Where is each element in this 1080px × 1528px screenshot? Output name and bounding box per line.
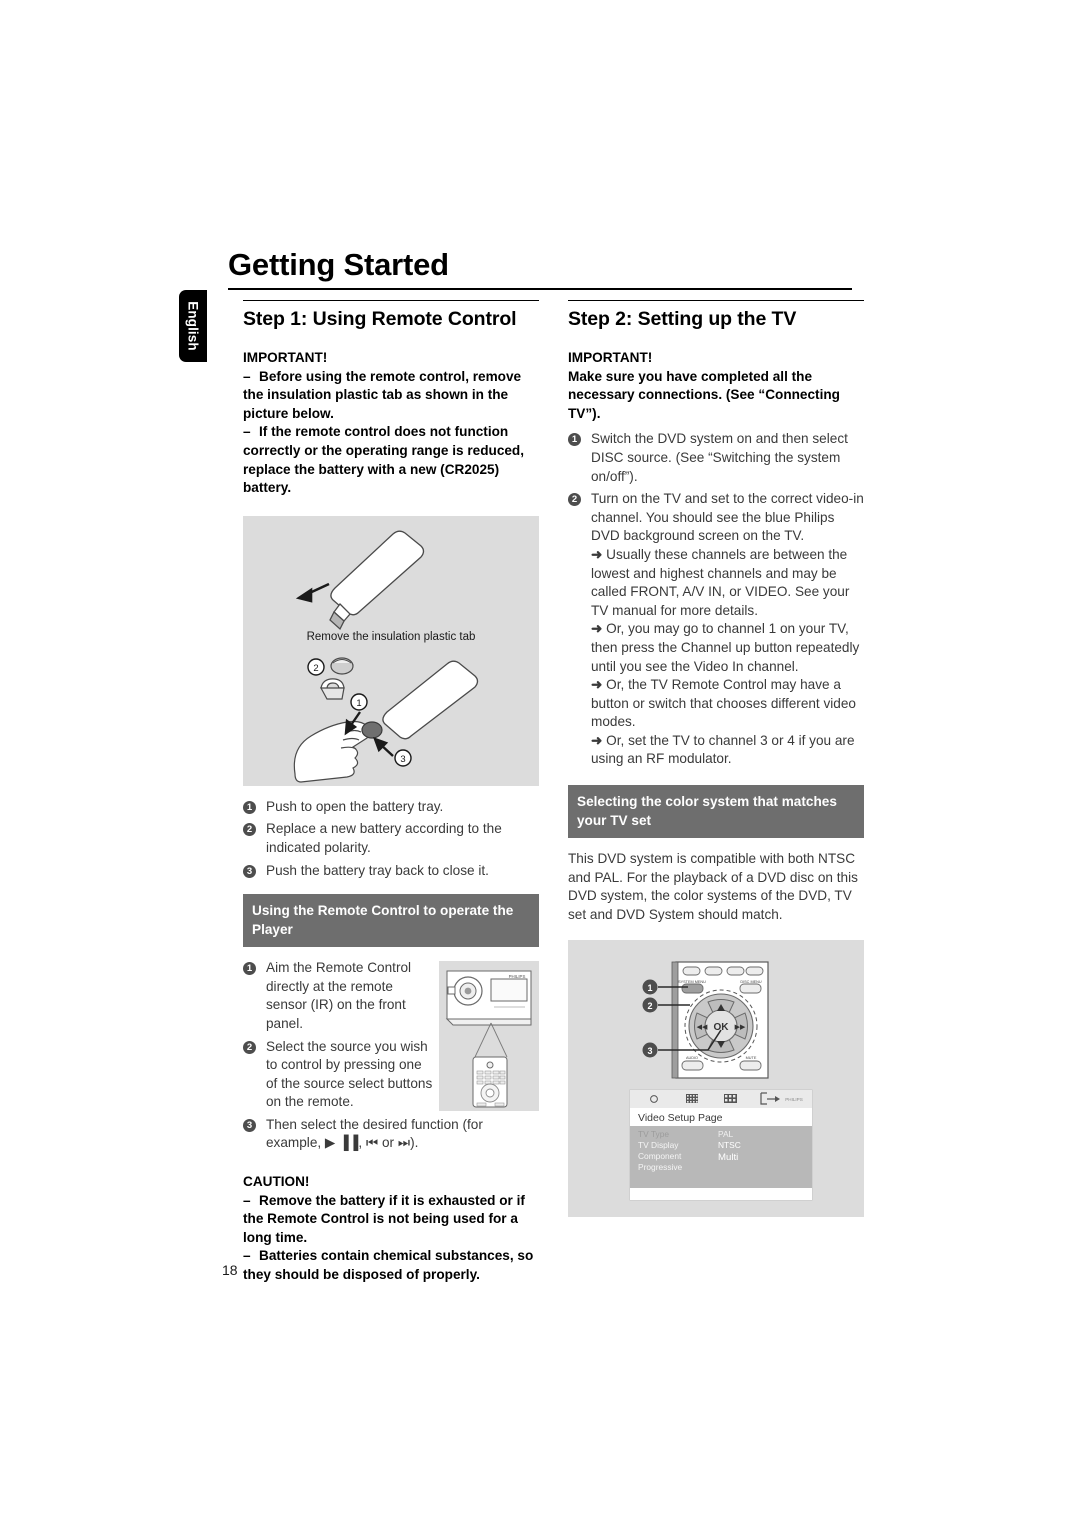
arrow-icon: ➜ bbox=[591, 621, 603, 637]
step-number-badge: 3 bbox=[243, 1118, 256, 1132]
arrow-note: ➜ Or, you may go to channel 1 on your TV… bbox=[591, 621, 860, 674]
front-panel-illustration: PHILIPS bbox=[439, 961, 539, 1112]
list-item: 2 Replace a new battery according to the… bbox=[243, 820, 539, 857]
svg-text:◀◀: ◀◀ bbox=[697, 1024, 708, 1031]
caution-item-1: – Remove the battery if it is exhausted o… bbox=[243, 1192, 525, 1245]
tv-setup-illustration: SYSTEM MENU DISC MENU OK ◀◀ ▶▶ AUDIO MUT… bbox=[568, 940, 864, 1218]
grid-icon-1 bbox=[686, 1094, 698, 1104]
philips-logo: PHILIPS bbox=[785, 1097, 803, 1102]
step-number-badge: 1 bbox=[243, 800, 256, 814]
dash-marker: – bbox=[243, 1192, 251, 1208]
important-item-1: – Before using the remote control, remove… bbox=[243, 368, 522, 421]
svg-text:3: 3 bbox=[647, 1046, 652, 1056]
important-label: IMPORTANT! bbox=[568, 350, 653, 365]
language-tab-label: English bbox=[185, 301, 201, 351]
list-item: 1 Aim the Remote Control directly at the… bbox=[243, 959, 435, 1033]
step2-heading: Step 2: Setting up the TV bbox=[568, 308, 797, 330]
step-number-badge: 3 bbox=[243, 864, 256, 878]
left-column-rule bbox=[243, 300, 539, 301]
svg-text:▶▶: ▶▶ bbox=[735, 1024, 746, 1031]
caution-label: CAUTION! bbox=[243, 1174, 310, 1190]
dash-marker: – bbox=[243, 368, 251, 384]
right-column: Step 2: Setting up the TV IMPORTANT! Mak… bbox=[568, 300, 864, 1218]
dash-marker: – bbox=[243, 424, 251, 440]
list-item: 2 Select the source you wish to control … bbox=[243, 1038, 435, 1112]
color-system-heading: Selecting the color system that matches … bbox=[568, 785, 864, 839]
tv-setup-illustration-svg: SYSTEM MENU DISC MENU OK ◀◀ ▶▶ AUDIO MUT… bbox=[629, 961, 813, 1201]
audio-label: AUDIO bbox=[686, 1056, 698, 1060]
list-item: 1 Push to open the battery tray. bbox=[243, 798, 539, 817]
brand-label: PHILIPS bbox=[509, 974, 526, 979]
disc-menu-label: DISC MENU bbox=[740, 980, 762, 984]
step-number-badge: 1 bbox=[243, 962, 256, 976]
remote-diagram: SYSTEM MENU DISC MENU OK ◀◀ ▶▶ AUDIO MUT… bbox=[642, 961, 769, 1080]
left-column: Step 1: Using Remote Control IMPORTANT! … bbox=[243, 300, 539, 1285]
header-rule bbox=[228, 288, 852, 290]
arrow-icon: ➜ bbox=[591, 677, 603, 693]
step-number-badge: 2 bbox=[243, 1040, 256, 1054]
tv-setup-steps: 1 Switch the DVD system on and then sele… bbox=[568, 430, 864, 769]
menu-value-ntsc: NTSC bbox=[718, 1140, 741, 1150]
list-item: 3 Then select the desired function (for … bbox=[243, 1116, 533, 1153]
svg-text:1: 1 bbox=[356, 698, 361, 709]
operate-steps-block: PHILIPS 1 Aim the Remote Control directl… bbox=[243, 959, 539, 1153]
menu-value-multi: Multi bbox=[718, 1152, 738, 1163]
svg-text:3: 3 bbox=[400, 754, 405, 765]
ok-button-label: OK bbox=[714, 1022, 730, 1033]
menu-item-progressive: Progressive bbox=[638, 1162, 683, 1172]
important-text: Make sure you have completed all the nec… bbox=[568, 368, 840, 421]
arrow-note: ➜ Usually these channels are between the… bbox=[591, 546, 850, 618]
arrow-icon: ➜ bbox=[591, 732, 603, 748]
illustration-caption: Remove the insulation plastic tab bbox=[307, 631, 476, 643]
step2-important-block: IMPORTANT! Make sure you have completed … bbox=[568, 349, 864, 423]
operate-steps-list: 1 Aim the Remote Control directly at the… bbox=[243, 959, 435, 1112]
system-menu-label: SYSTEM MENU bbox=[678, 980, 706, 984]
arrow-icon: ➜ bbox=[591, 546, 603, 562]
step1-important-block: IMPORTANT! – Before using the remote cont… bbox=[243, 349, 539, 498]
mute-label: MUTE bbox=[746, 1056, 757, 1060]
important-item-2: – If the remote control does not function… bbox=[243, 424, 525, 496]
page-number: 18 bbox=[222, 1262, 238, 1278]
tv-screen-page-title: Video Setup Page bbox=[638, 1112, 723, 1124]
menu-item-component: Component bbox=[638, 1151, 682, 1161]
menu-value-pal: PAL bbox=[718, 1129, 734, 1139]
arrow-note: ➜ Or, set the TV to channel 3 or 4 if yo… bbox=[591, 732, 855, 767]
front-panel-svg: PHILIPS bbox=[445, 970, 532, 1108]
language-tab: English bbox=[179, 290, 207, 362]
svg-text:2: 2 bbox=[313, 663, 318, 674]
battery-illustration-svg: Remove the insulation plastic tab 2 1 3 bbox=[293, 530, 479, 783]
menu-item-tv-type: TV Type bbox=[638, 1129, 669, 1139]
caution-block: CAUTION! – Remove the battery if it is ex… bbox=[243, 1173, 539, 1285]
operate-steps-list-cont: 3 Then select the desired function (for … bbox=[243, 1116, 533, 1153]
color-system-text: This DVD system is compatible with both … bbox=[568, 851, 858, 922]
battery-illustration: Remove the insulation plastic tab 2 1 3 bbox=[243, 515, 539, 786]
step-number-badge: 2 bbox=[243, 823, 256, 837]
step1-heading: Step 1: Using Remote Control bbox=[243, 308, 517, 330]
menu-item-tv-display: TV Display bbox=[638, 1140, 679, 1150]
dash-marker: – bbox=[243, 1248, 251, 1264]
operate-player-heading: Using the Remote Control to operate the … bbox=[243, 894, 539, 948]
list-item: 3 Push the battery tray back to close it… bbox=[243, 862, 539, 881]
caution-item-2: – Batteries contain chemical substances, … bbox=[243, 1248, 534, 1283]
step-number-badge: 1 bbox=[568, 433, 581, 447]
step-number-badge: 2 bbox=[568, 493, 581, 507]
list-item: 1 Switch the DVD system on and then sele… bbox=[568, 430, 864, 486]
battery-steps-list: 1 Push to open the battery tray. 2 Repla… bbox=[243, 798, 539, 880]
manual-page: Getting Started English Step 1: Using Re… bbox=[0, 0, 1080, 1528]
page-title: Getting Started bbox=[228, 247, 449, 282]
list-item: 2 Turn on the TV and set to the correct … bbox=[568, 490, 864, 769]
svg-text:1: 1 bbox=[647, 983, 652, 993]
svg-text:2: 2 bbox=[647, 1001, 652, 1011]
arrow-note: ➜ Or, the TV Remote Control may have a b… bbox=[591, 677, 856, 730]
tv-screen: PHILIPS Video Setup Page TV Type TV Disp… bbox=[629, 1089, 813, 1201]
grid-icon-2 bbox=[724, 1094, 737, 1104]
important-label: IMPORTANT! bbox=[243, 350, 328, 365]
right-column-rule bbox=[568, 300, 864, 301]
